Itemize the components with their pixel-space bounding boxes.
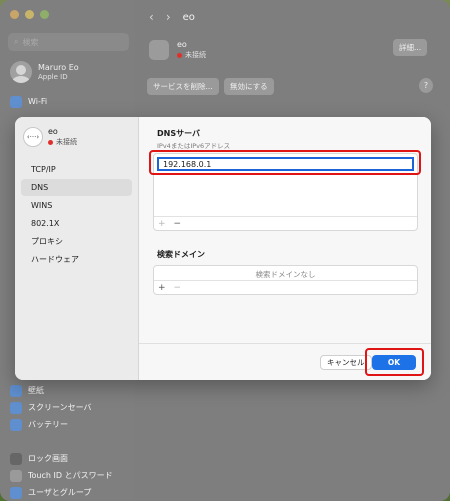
sidebar-item-label: ロック画面	[28, 454, 68, 463]
dialog-nav: TCP/IP DNS WINS 802.1X プロキシ ハードウェア	[15, 161, 138, 268]
sidebar-item-label: スクリーンセーバ	[28, 403, 92, 412]
search-placeholder: 検索	[22, 37, 39, 47]
tab-8021x[interactable]: 802.1X	[21, 215, 132, 232]
sidebar-spacer	[10, 433, 113, 450]
fingerprint-icon	[10, 469, 22, 482]
account-subtitle: Apple ID	[38, 73, 68, 81]
account-name: Maruro Eo	[38, 63, 79, 72]
ok-button-highlight	[365, 348, 424, 376]
minimize-window-button[interactable]	[25, 10, 34, 19]
tab-hardware[interactable]: ハードウェア	[21, 251, 132, 268]
sidebar-item-touch-id[interactable]: Touch ID とパスワード	[10, 467, 113, 484]
sidebar-item-label: ユーザとグループ	[28, 488, 92, 497]
tab-tcpip[interactable]: TCP/IP	[21, 161, 132, 178]
search-domain-list: 検索ドメインなし + −	[153, 265, 418, 295]
details-button[interactable]: 詳細...	[393, 39, 428, 56]
sidebar-list: Wi-Fi	[0, 83, 135, 110]
service-status-text: 未接続	[185, 51, 206, 59]
dialog-sidebar: ‹···› eo 未接続 TCP/IP DNS WINS 802.1X プロキシ…	[15, 117, 139, 380]
sidebar-item-label: バッテリー	[28, 420, 68, 429]
disable-button[interactable]: 無効にする	[224, 78, 274, 95]
dialog-status-text: 未接続	[56, 138, 77, 146]
page-title: eo	[182, 11, 195, 23]
search-domain-empty: 検索ドメインなし	[255, 270, 316, 279]
window-controls	[0, 10, 135, 19]
remove-domain-button[interactable]: −	[174, 283, 182, 293]
tab-wins[interactable]: WINS	[21, 197, 132, 214]
sidebar-item-wifi[interactable]: Wi-Fi	[10, 93, 135, 110]
wifi-icon	[10, 95, 22, 108]
sidebar-item-label: 壁紙	[28, 386, 44, 395]
search-domain-title: 検索ドメイン	[157, 250, 205, 259]
back-arrow-icon[interactable]: ‹	[149, 10, 154, 24]
domain-list-controls: + −	[154, 280, 417, 294]
service-status: 未接続	[177, 50, 206, 60]
help-button[interactable]: ?	[419, 78, 433, 93]
screensaver-icon	[10, 401, 22, 414]
service-row: eo 未接続	[149, 40, 206, 60]
cancel-button[interactable]: キャンセル	[320, 355, 372, 370]
dialog-main: DNSサーバ IPv4またはIPv6アドレス + − 検索ドメイン 検索ドメイン…	[139, 117, 431, 380]
search-field[interactable]: ⌕ 検索	[8, 33, 129, 51]
forward-arrow-icon[interactable]: ›	[166, 10, 171, 24]
battery-icon	[10, 418, 22, 431]
dns-list-controls: + −	[154, 216, 417, 230]
add-dns-button[interactable]: +	[158, 219, 166, 229]
sidebar-item-wallpaper[interactable]: 壁紙	[10, 382, 113, 399]
lock-icon	[10, 452, 22, 465]
toolbar: ‹ › eo	[135, 0, 450, 24]
search-icon: ⌕	[14, 37, 19, 46]
users-icon	[10, 486, 22, 499]
sidebar-item-users-groups[interactable]: ユーザとグループ	[10, 484, 113, 501]
sidebar-bottom-list: 壁紙 スクリーンセーバ バッテリー ロック画面 Touch ID とパスワード	[10, 382, 113, 501]
network-service-icon: ‹···›	[23, 127, 43, 147]
add-domain-button[interactable]: +	[158, 283, 166, 293]
wallpaper-icon	[10, 384, 22, 397]
dialog-service-status: 未接続	[48, 137, 77, 147]
sidebar-item-label: Wi-Fi	[28, 97, 48, 106]
sidebar-item-label: Touch ID とパスワード	[28, 471, 113, 480]
status-dot-icon	[48, 139, 53, 145]
dialog-service-header: ‹···› eo 未接続	[15, 117, 138, 147]
close-window-button[interactable]	[10, 10, 19, 19]
dns-settings-dialog: ‹···› eo 未接続 TCP/IP DNS WINS 802.1X プロキシ…	[15, 117, 431, 380]
remove-dns-button[interactable]: −	[174, 219, 182, 229]
zoom-window-button[interactable]	[40, 10, 49, 19]
account-item[interactable]: Maruro Eo Apple ID	[0, 51, 135, 83]
tab-proxy[interactable]: プロキシ	[21, 233, 132, 250]
avatar	[10, 61, 32, 83]
dialog-service-name: eo	[48, 127, 58, 136]
network-service-icon	[149, 40, 169, 60]
sidebar-item-lock-screen[interactable]: ロック画面	[10, 450, 113, 467]
dns-section-title: DNSサーバ	[157, 129, 201, 138]
dns-input-highlight	[149, 150, 421, 175]
sidebar-item-screensaver[interactable]: スクリーンセーバ	[10, 399, 113, 416]
delete-service-button[interactable]: サービスを削除...	[147, 78, 219, 95]
dns-section-subtitle: IPv4またはIPv6アドレス	[157, 142, 231, 150]
service-name: eo	[177, 40, 187, 49]
sidebar-item-battery[interactable]: バッテリー	[10, 416, 113, 433]
tab-dns[interactable]: DNS	[21, 179, 132, 196]
status-dot-icon	[177, 52, 182, 58]
